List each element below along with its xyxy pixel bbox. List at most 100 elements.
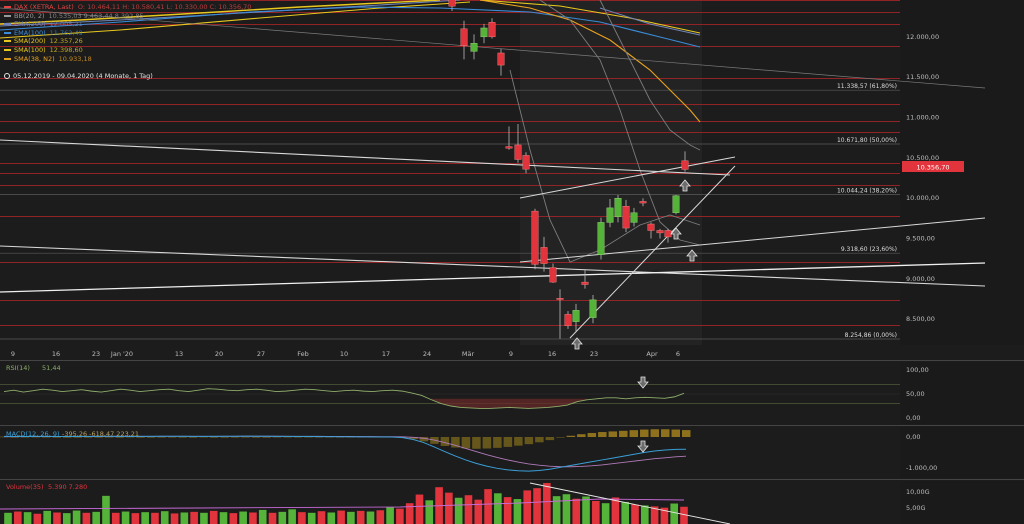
legend-values: 12.398,60 xyxy=(49,46,83,54)
x-tick-label: Feb xyxy=(297,350,309,358)
volume-bar xyxy=(170,513,179,524)
volume-bar xyxy=(356,510,365,524)
y-tick-label: 11.000,00 xyxy=(906,114,939,122)
volume-bar xyxy=(43,510,51,524)
fib-level-label: 9.318,60 (23,60%) xyxy=(841,246,897,253)
volume-values: 5.390 7.280 xyxy=(48,483,87,491)
legend-values: 12.005,21 xyxy=(49,20,83,29)
volume-bar xyxy=(53,512,61,524)
macd-histogram-bar xyxy=(251,436,261,438)
volume-bar xyxy=(317,511,326,524)
candle-body xyxy=(639,201,647,204)
volume-bar xyxy=(376,510,385,524)
legend-values: O: 10.464,11 H: 10.580,41 L: 10.330,00 C… xyxy=(77,3,252,11)
x-tick-label: 23 xyxy=(92,350,100,358)
legend-values: 12.357,26 xyxy=(49,37,83,46)
date-range: 05.12.2019 - 09.04.2020 (4 Monate, 1 Tag… xyxy=(4,72,153,80)
legend-label: SMA(38, N2) xyxy=(14,54,55,63)
candle-body xyxy=(556,298,564,300)
fib-level-label: 10.671,80 (50,00%) xyxy=(837,137,897,144)
macd-histogram-bar xyxy=(283,437,292,438)
candle-body xyxy=(549,267,557,283)
rsi-tick-label: 100,00 xyxy=(906,366,929,374)
volume-bar xyxy=(278,511,287,524)
volume-bar xyxy=(288,509,296,524)
legend-entry: BB(20, 2) 10.535,03 9.463,44 8.392,85 xyxy=(4,12,144,20)
volume-title: Volume(35) xyxy=(6,483,44,491)
macd-histogram-bar xyxy=(650,429,660,437)
macd-histogram-bar xyxy=(188,437,198,438)
macd-histogram-bar xyxy=(629,430,639,437)
volume-bar xyxy=(180,512,189,524)
candle-body xyxy=(505,146,513,149)
legend-label: EMA(200) xyxy=(14,20,46,29)
candle-body xyxy=(647,223,655,231)
legend-label: BB(20, 2) xyxy=(14,11,45,20)
volume-bar xyxy=(503,497,512,524)
volume-bar xyxy=(582,496,590,524)
macd-title: MACD(12, 26, 9) xyxy=(6,430,60,438)
x-tick-label: Jan '20 xyxy=(110,350,133,358)
volume-bar xyxy=(151,512,159,524)
macd-histogram-bar xyxy=(472,437,481,449)
candle-body xyxy=(460,28,468,46)
y-tick-label: 9.000,00 xyxy=(906,275,935,283)
candle-body xyxy=(622,206,630,229)
macd-histogram-bar xyxy=(556,437,565,438)
candle-body xyxy=(514,144,522,160)
legend-entry: EMA(200) 12.005,21 xyxy=(4,20,83,28)
volume-bar xyxy=(82,512,91,524)
volume-bar xyxy=(425,500,434,524)
macd-histogram-bar xyxy=(262,437,271,438)
volume-bar xyxy=(268,512,277,524)
down-arrow-icon xyxy=(637,440,649,453)
x-tick-label: 13 xyxy=(175,350,183,358)
volume-bar xyxy=(239,511,247,524)
chart-root: 11.338,57 (61,80%) 10.671,80 (50,00%) 10.0… xyxy=(0,0,1024,524)
volume-bar xyxy=(641,505,649,524)
volume-bar xyxy=(13,511,22,524)
volume-bar xyxy=(92,511,100,524)
volume-bar xyxy=(454,497,463,524)
volume-bar xyxy=(23,512,32,524)
macd-histogram-bar xyxy=(661,429,670,437)
candle-body xyxy=(497,52,505,66)
y-tick-label: 11.500,00 xyxy=(906,73,939,81)
volume-tick-label: 5,00G xyxy=(906,504,926,512)
macd-values: -395,26 -618,47 223,21 xyxy=(62,430,139,438)
x-tick-label: 16 xyxy=(548,350,556,358)
volume-bar xyxy=(200,512,208,524)
legend-entry: EMA(100) 11.762,49 xyxy=(4,29,83,37)
x-tick-label: 20 xyxy=(215,350,223,358)
macd-histogram-bar xyxy=(503,437,513,447)
volume-bar xyxy=(494,493,502,524)
legend-label: SMA(100) xyxy=(14,46,46,54)
y-tick-label: 10.000,00 xyxy=(906,194,939,202)
x-tick-label: 27 xyxy=(257,350,265,358)
legend-label: SMA(200) xyxy=(14,37,46,46)
candle-body xyxy=(630,212,638,223)
y-tick-label: 9.500,00 xyxy=(906,235,935,243)
macd-histogram-bar xyxy=(157,436,166,438)
candle-body xyxy=(681,160,689,170)
clock-icon xyxy=(4,73,10,79)
legend-entry: DAX (XETRA, Last) O: 10.464,11 H: 10.580,… xyxy=(4,3,251,11)
volume-bar xyxy=(121,511,130,524)
legend-label: DAX (XETRA, Last) xyxy=(14,3,74,11)
macd-histogram-bar xyxy=(209,437,219,438)
legend-values: 10.535,03 9.463,44 8.392,85 xyxy=(48,11,144,20)
macd-histogram-bar xyxy=(178,436,187,438)
volume-bar xyxy=(366,511,375,524)
volume-bar xyxy=(552,496,561,524)
price-tag-label: 10.356,70 xyxy=(916,164,949,172)
volume-bar xyxy=(347,511,355,524)
legend-entry: SMA(100) 12.398,60 xyxy=(4,46,83,54)
volume-bar xyxy=(4,512,12,524)
y-tick-label: 12.000,00 xyxy=(906,33,939,41)
x-tick-label: Mär xyxy=(462,350,475,358)
legend-swatch xyxy=(4,6,11,8)
macd-histogram-bar xyxy=(682,430,691,437)
y-tick-label: 8.500,00 xyxy=(906,315,935,323)
macd-histogram-bar xyxy=(482,437,492,449)
x-tick-label: 17 xyxy=(382,350,390,358)
